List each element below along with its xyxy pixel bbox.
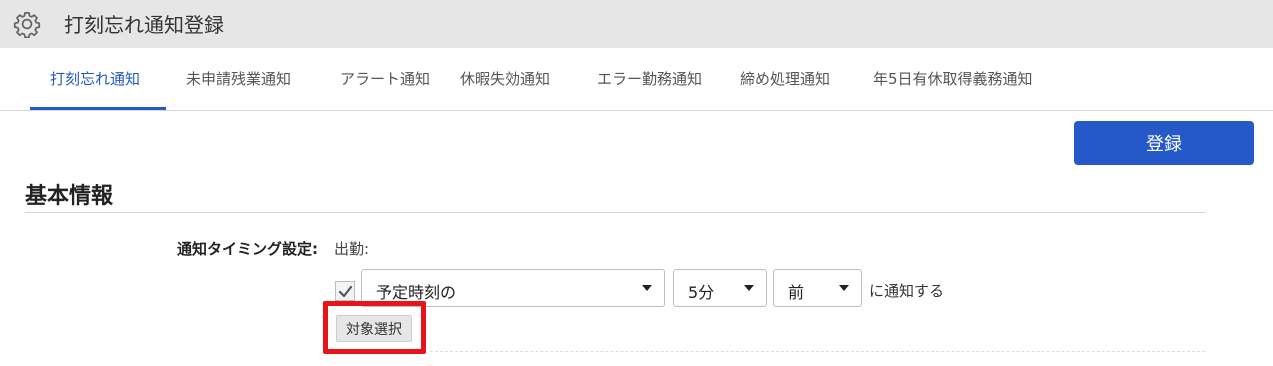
tab-annual-leave-obligation[interactable]: 年5日有休取得義務通知 [873,68,1033,90]
tab-unrequested-overtime[interactable]: 未申請残業通知 [186,68,291,90]
target-select-button[interactable]: 対象選択 [336,315,412,342]
tab-bar: 打刻忘れ通知 未申請残業通知 アラート通知 休暇失効通知 エラー勤務通知 締め処… [0,48,1273,111]
active-tab-indicator [30,107,166,110]
title-bar: 打刻忘れ通知登録 [0,0,1273,48]
timing-select-value: 予定時刻の [376,283,457,302]
tab-closing-process[interactable]: 締め処理通知 [740,68,830,90]
tab-leave-expiry[interactable]: 休暇失効通知 [460,68,550,90]
chevron-down-icon [744,285,754,291]
register-button[interactable]: 登録 [1074,121,1254,165]
minutes-select[interactable]: 5分 [673,269,767,307]
minutes-select-value: 5分 [688,283,715,302]
timing-checkbox[interactable] [335,281,355,301]
notify-timing-label: 通知タイミング設定: [177,240,318,258]
gear-icon[interactable] [13,10,41,38]
direction-select[interactable]: 前 [773,269,862,307]
section-title: 基本情報 [25,184,114,209]
page-title: 打刻忘れ通知登録 [64,13,224,37]
tab-error-attendance[interactable]: エラー勤務通知 [597,68,702,90]
clock-in-label: 出勤: [334,240,370,258]
tab-alert[interactable]: アラート通知 [340,68,430,90]
row-divider [430,351,1205,352]
direction-select-value: 前 [788,283,805,302]
tab-clock-forgot[interactable]: 打刻忘れ通知 [50,68,140,90]
chevron-down-icon [642,285,652,291]
section-divider [25,212,1205,213]
checkmark-icon [338,285,353,298]
chevron-down-icon [839,285,849,291]
notify-suffix-text: に通知する [869,282,945,300]
